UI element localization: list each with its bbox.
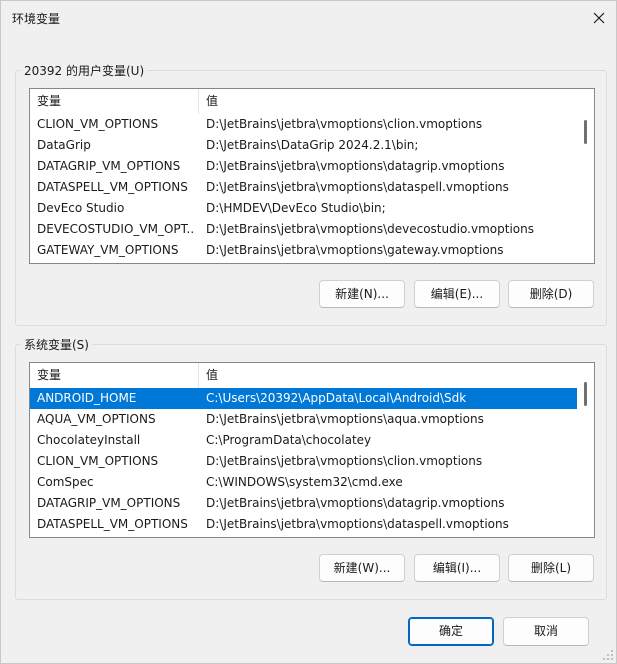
column-header-value[interactable]: 值 <box>199 363 578 388</box>
variable-value: D:\JetBrains\jetbra\vmoptions\clion.vmop… <box>206 117 483 131</box>
variable-name: GATEWAY_VM_OPTIONS <box>37 243 179 257</box>
variable-name: DATASPELL_VM_OPTIONS <box>37 517 188 531</box>
variable-value: D:\JetBrains\jetbra\vmoptions\clion.vmop… <box>206 454 483 468</box>
environment-variables-dialog: 环境变量 20392 的用户变量(U) 变量 值 CLION_VM_OPTION… <box>0 0 617 664</box>
window-title: 环境变量 <box>12 12 61 26</box>
variable-name: DataGrip <box>37 138 91 152</box>
variable-value: D:\HMDEV\DevEco Studio\bin; <box>206 201 386 215</box>
system-list-scrollbar[interactable] <box>577 364 593 536</box>
title-bar: 环境变量 <box>1 1 616 37</box>
variable-name: DevEco Studio <box>37 201 125 215</box>
system-variables-list[interactable]: 变量 值 ANDROID_HOME C:\Users\20392\AppData\… <box>29 362 595 538</box>
table-row[interactable]: DevEco Studio D:\HMDEV\DevEco Studio\bin; <box>30 198 578 219</box>
system-variables-label: 系统变量(S) <box>21 336 92 353</box>
column-header-value[interactable]: 值 <box>199 89 578 114</box>
user-edit-button[interactable]: 编辑(E)... <box>414 280 500 308</box>
table-row[interactable]: DEVECOSTUDIO_VM_OPT... D:\JetBrains\jetbr… <box>30 219 578 240</box>
user-new-button[interactable]: 新建(N)... <box>319 280 405 308</box>
user-variables-list[interactable]: 变量 值 CLION_VM_OPTIONS D:\JetBrains\jetbra… <box>29 88 595 264</box>
variable-value: D:\JetBrains\jetbra\vmoptions\dataspell.… <box>206 180 509 194</box>
table-row[interactable]: DATASPELL_VM_OPTIONS D:\JetBrains\jetbra\… <box>30 177 578 198</box>
variable-value: D:\JetBrains\jetbra\vmoptions\gateway.vm… <box>206 243 504 257</box>
variable-name: DATASPELL_VM_OPTIONS <box>37 180 188 194</box>
variable-name: CLION_VM_OPTIONS <box>37 117 159 131</box>
system-new-button[interactable]: 新建(W)... <box>319 554 405 582</box>
table-row[interactable]: DATAGRIP_VM_OPTIONS D:\JetBrains\jetbra\v… <box>30 156 578 177</box>
variable-name: ANDROID_HOME <box>37 391 137 405</box>
table-row[interactable]: DATASPELL_VM_OPTIONS D:\JetBrains\jetbra\… <box>30 514 578 535</box>
scroll-thumb[interactable] <box>584 120 587 144</box>
table-row[interactable]: ComSpec C:\WINDOWS\system32\cmd.exe <box>30 472 578 493</box>
table-row[interactable]: ANDROID_HOME C:\Users\20392\AppData\Local… <box>30 388 578 409</box>
variable-name: CLION_VM_OPTIONS <box>37 454 159 468</box>
close-icon <box>593 12 605 24</box>
variable-value: C:\Users\20392\AppData\Local\Android\Sdk <box>206 391 467 405</box>
user-list-header: 变量 值 <box>30 89 578 114</box>
table-row[interactable]: DATAGRIP_VM_OPTIONS D:\JetBrains\jetbra\v… <box>30 493 578 514</box>
column-header-variable[interactable]: 变量 <box>30 363 198 388</box>
system-list-header: 变量 值 <box>30 363 578 388</box>
system-edit-button[interactable]: 编辑(I)... <box>414 554 500 582</box>
variable-value: D:\JetBrains\jetbra\vmoptions\datagrip.v… <box>206 496 505 510</box>
variable-value: C:\ProgramData\chocolatey <box>206 433 372 447</box>
variable-name: DEVECOSTUDIO_VM_OPT... <box>37 222 193 236</box>
user-variables-label: 20392 的用户变量(U) <box>21 62 148 79</box>
user-list-scrollbar[interactable] <box>577 90 593 262</box>
table-row[interactable]: DataGrip D:\JetBrains\DataGrip 2024.2.1\b… <box>30 135 578 156</box>
ok-button[interactable]: 确定 <box>408 617 494 646</box>
variable-value: D:\JetBrains\jetbra\vmoptions\dataspell.… <box>206 517 509 531</box>
variable-name: DATAGRIP_VM_OPTIONS <box>37 159 181 173</box>
scroll-thumb[interactable] <box>584 382 587 406</box>
variable-value: D:\JetBrains\DataGrip 2024.2.1\bin; <box>206 138 419 152</box>
table-row[interactable]: CLION_VM_OPTIONS D:\JetBrains\jetbra\vmop… <box>30 451 578 472</box>
variable-value: D:\JetBrains\jetbra\vmoptions\aqua.vmopt… <box>206 412 484 426</box>
table-row[interactable]: AQUA_VM_OPTIONS D:\JetBrains\jetbra\vmopt… <box>30 409 578 430</box>
resize-grip-icon[interactable] <box>602 649 614 661</box>
variable-name: AQUA_VM_OPTIONS <box>37 412 156 426</box>
table-row[interactable]: GATEWAY_VM_OPTIONS D:\JetBrains\jetbra\vm… <box>30 240 578 261</box>
variable-value: C:\WINDOWS\system32\cmd.exe <box>206 475 403 489</box>
table-row[interactable]: ChocolateyInstall C:\ProgramData\chocolat… <box>30 430 578 451</box>
variable-name: ChocolateyInstall <box>37 433 141 447</box>
column-header-variable[interactable]: 变量 <box>30 89 198 114</box>
variable-name: DATAGRIP_VM_OPTIONS <box>37 496 181 510</box>
variable-value: D:\JetBrains\jetbra\vmoptions\datagrip.v… <box>206 159 505 173</box>
variable-name: ComSpec <box>37 475 94 489</box>
table-row[interactable]: CLION_VM_OPTIONS D:\JetBrains\jetbra\vmop… <box>30 114 578 135</box>
user-delete-button[interactable]: 删除(D) <box>508 280 594 308</box>
cancel-button[interactable]: 取消 <box>503 617 589 646</box>
system-delete-button[interactable]: 删除(L) <box>508 554 594 582</box>
variable-value: D:\JetBrains\jetbra\vmoptions\devecostud… <box>206 222 534 236</box>
close-button[interactable] <box>588 7 610 29</box>
